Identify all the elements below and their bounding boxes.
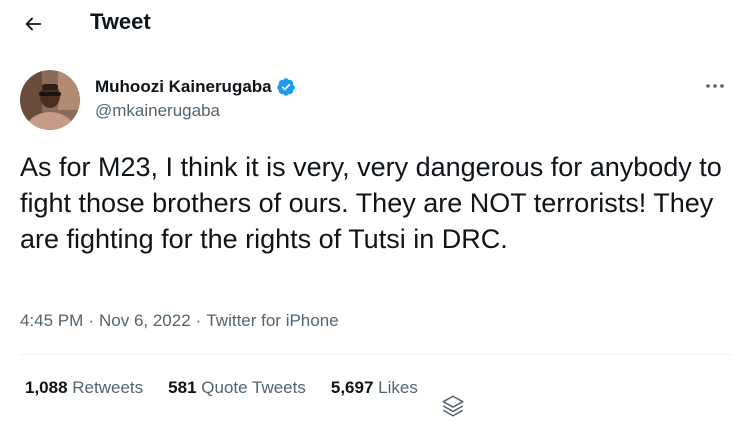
likes-count: 5,697 xyxy=(330,378,374,397)
likes-label: Likes xyxy=(378,378,418,397)
tweet-source[interactable]: Twitter for iPhone xyxy=(206,311,338,331)
tweet-author: Muhoozi Kainerugaba @mkainerugaba xyxy=(20,70,732,132)
more-horizontal-icon xyxy=(706,84,724,88)
meta-separator: · xyxy=(88,311,94,330)
author-display-name[interactable]: Muhoozi Kainerugaba xyxy=(95,77,272,97)
verified-badge-icon xyxy=(276,77,296,97)
retweets-count: 1,088 xyxy=(25,378,68,397)
back-button[interactable] xyxy=(20,11,46,37)
layers-icon[interactable] xyxy=(440,393,466,419)
quotes-label: Quote Tweets xyxy=(201,378,306,397)
retweets-label: Retweets xyxy=(72,378,144,397)
page-title: Tweet xyxy=(90,9,151,34)
quotes-count: 581 xyxy=(168,378,197,397)
tweet-meta: 4:45 PM · Nov 6, 2022 · Twitter for iPho… xyxy=(20,311,339,331)
more-options-button[interactable] xyxy=(700,76,730,96)
tweet-header: Tweet xyxy=(0,0,752,50)
author-names: Muhoozi Kainerugaba @mkainerugaba xyxy=(95,76,296,121)
retweets-stat[interactable]: 1,088 Retweets xyxy=(25,378,143,398)
tweet-text: As for M23, I think it is very, very dan… xyxy=(20,152,730,254)
tweet-date[interactable]: Nov 6, 2022 xyxy=(99,311,191,331)
divider xyxy=(20,354,732,355)
arrow-left-icon xyxy=(25,17,42,31)
tweet-time[interactable]: 4:45 PM xyxy=(20,311,83,331)
quote-tweets-stat[interactable]: 581 Quote Tweets xyxy=(168,378,306,398)
author-handle[interactable]: @mkainerugaba xyxy=(95,101,296,121)
avatar[interactable] xyxy=(20,70,80,130)
avatar-image xyxy=(20,70,80,130)
meta-separator: · xyxy=(195,311,202,330)
likes-stat[interactable]: 5,697 Likes xyxy=(331,378,418,398)
tweet-stats: 1,088 Retweets 581 Quote Tweets 5,697 Li… xyxy=(25,378,443,398)
